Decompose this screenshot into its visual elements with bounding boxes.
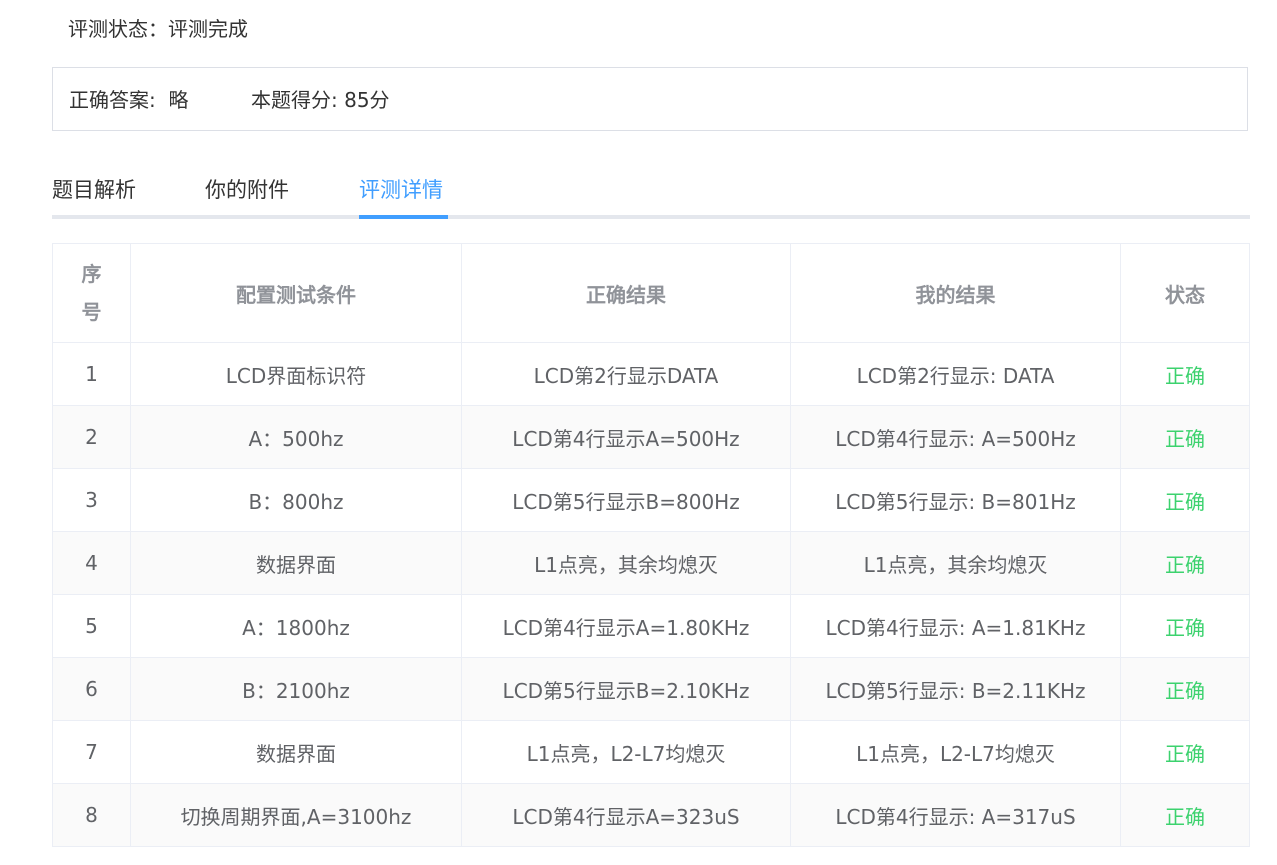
cell-expected: LCD第5行显示B=2.10KHz [461, 657, 791, 721]
cell-condition: 数据界面 [130, 720, 462, 784]
table-row: 4 数据界面 L1点亮，其余均熄灭 L1点亮，其余均熄灭 正确 [52, 531, 1250, 595]
score-value: 85分 [344, 88, 390, 112]
table-row: 8 切换周期界面,A=3100hz LCD第4行显示A=323uS LCD第4行… [52, 783, 1250, 847]
eval-status-value: 评测完成 [168, 17, 248, 41]
cell-condition: 数据界面 [130, 531, 462, 595]
cell-status: 正确 [1120, 783, 1250, 847]
eval-details-table: 序号 配置测试条件 正确结果 我的结果 状态 1 LCD界面标识符 LCD第2行… [52, 243, 1250, 847]
cell-index: 8 [52, 783, 131, 847]
table-row: 3 B：800hz LCD第5行显示B=800Hz LCD第5行显示: B=80… [52, 468, 1250, 532]
table-row: 2 A：500hz LCD第4行显示A=500Hz LCD第4行显示: A=50… [52, 405, 1250, 469]
cell-index: 1 [52, 342, 131, 406]
table-row: 1 LCD界面标识符 LCD第2行显示DATA LCD第2行显示: DATA 正… [52, 342, 1250, 406]
cell-index: 7 [52, 720, 131, 784]
score-label: 本题得分: [251, 88, 338, 112]
cell-status: 正确 [1120, 468, 1250, 532]
header-status: 状态 [1120, 243, 1250, 343]
cell-condition: A：500hz [130, 405, 462, 469]
correct-answer-label: 正确答案: [69, 88, 156, 112]
cell-index: 3 [52, 468, 131, 532]
table-row: 7 数据界面 L1点亮，L2-L7均熄灭 L1点亮，L2-L7均熄灭 正确 [52, 720, 1250, 784]
correct-answer-value: 略 [168, 88, 189, 112]
header-index: 序号 [52, 243, 131, 343]
cell-mine: L1点亮，L2-L7均熄灭 [790, 720, 1121, 784]
cell-mine: LCD第5行显示: B=801Hz [790, 468, 1121, 532]
cell-index: 2 [52, 405, 131, 469]
cell-index: 5 [52, 594, 131, 658]
cell-condition: LCD界面标识符 [130, 342, 462, 406]
eval-status-label: 评测状态： [68, 17, 168, 41]
cell-mine: LCD第4行显示: A=500Hz [790, 405, 1121, 469]
eval-status: 评测状态：评测完成 [68, 14, 248, 44]
table-header-row: 序号 配置测试条件 正确结果 我的结果 状态 [52, 243, 1250, 343]
cell-expected: LCD第5行显示B=800Hz [461, 468, 791, 532]
cell-mine: L1点亮，其余均熄灭 [790, 531, 1121, 595]
cell-expected: LCD第4行显示A=1.80KHz [461, 594, 791, 658]
header-expected: 正确结果 [461, 243, 791, 343]
tab-eval-details[interactable]: 评测详情 [359, 175, 443, 205]
cell-status: 正确 [1120, 405, 1250, 469]
header-mine: 我的结果 [790, 243, 1121, 343]
cell-status: 正确 [1120, 720, 1250, 784]
cell-condition: 切换周期界面,A=3100hz [130, 783, 462, 847]
cell-condition: B：800hz [130, 468, 462, 532]
cell-status: 正确 [1120, 342, 1250, 406]
tab-track [52, 215, 1250, 219]
cell-expected: LCD第4行显示A=323uS [461, 783, 791, 847]
cell-condition: B：2100hz [130, 657, 462, 721]
cell-mine: LCD第4行显示: A=1.81KHz [790, 594, 1121, 658]
tab-bar: 题目解析 你的附件 评测详情 [52, 170, 1250, 220]
header-condition: 配置测试条件 [130, 243, 462, 343]
cell-mine: LCD第4行显示: A=317uS [790, 783, 1121, 847]
active-tab-indicator [359, 215, 448, 219]
cell-expected: L1点亮，其余均熄灭 [461, 531, 791, 595]
answer-panel: 正确答案: 略 本题得分: 85分 [52, 67, 1248, 131]
cell-expected: LCD第4行显示A=500Hz [461, 405, 791, 469]
cell-status: 正确 [1120, 657, 1250, 721]
cell-status: 正确 [1120, 594, 1250, 658]
cell-index: 6 [52, 657, 131, 721]
cell-expected: LCD第2行显示DATA [461, 342, 791, 406]
table-row: 6 B：2100hz LCD第5行显示B=2.10KHz LCD第5行显示: B… [52, 657, 1250, 721]
cell-mine: LCD第5行显示: B=2.11KHz [790, 657, 1121, 721]
cell-status: 正确 [1120, 531, 1250, 595]
tab-attachments[interactable]: 你的附件 [205, 175, 289, 205]
cell-condition: A：1800hz [130, 594, 462, 658]
correct-answer: 正确答案: 略 [69, 85, 188, 115]
cell-index: 4 [52, 531, 131, 595]
table-row: 5 A：1800hz LCD第4行显示A=1.80KHz LCD第4行显示: A… [52, 594, 1250, 658]
tab-analysis[interactable]: 题目解析 [52, 175, 136, 205]
question-score: 本题得分: 85分 [251, 85, 390, 115]
cell-expected: L1点亮，L2-L7均熄灭 [461, 720, 791, 784]
cell-mine: LCD第2行显示: DATA [790, 342, 1121, 406]
